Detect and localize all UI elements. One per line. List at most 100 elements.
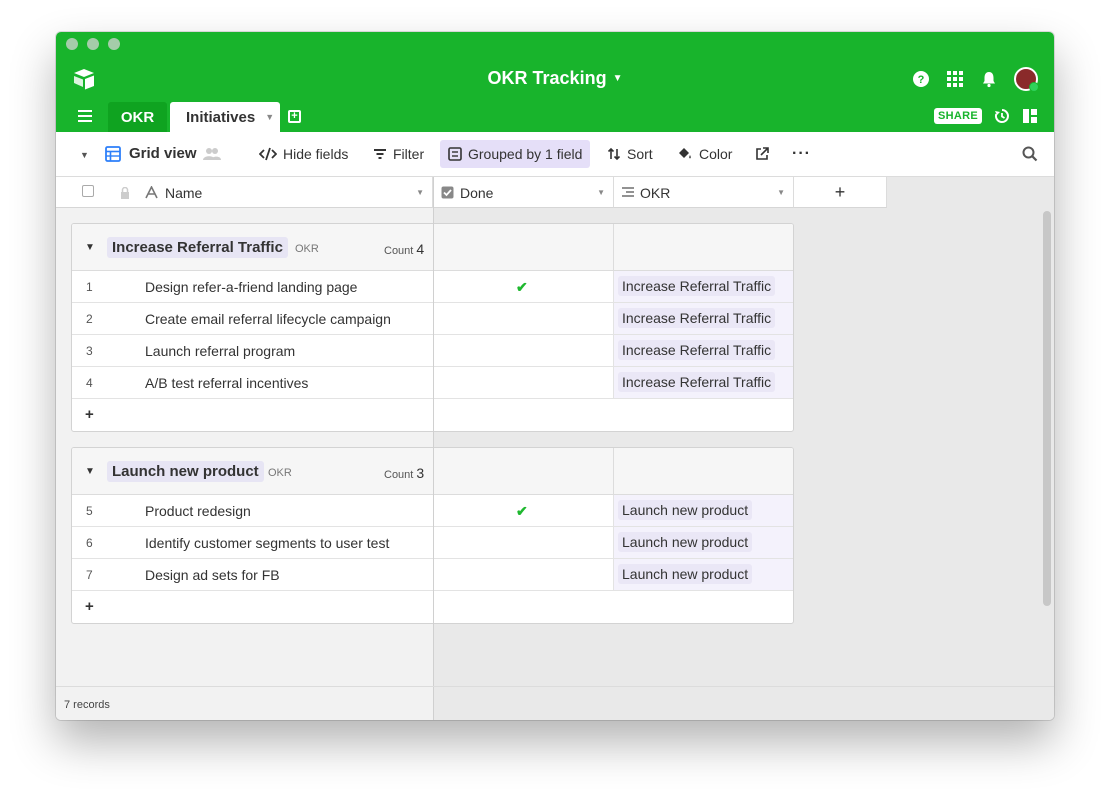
collaborative-view-icon[interactable] [203, 147, 221, 161]
text-field-icon [145, 186, 158, 199]
more-options-button[interactable]: ··· [784, 140, 819, 168]
sort-icon [607, 147, 621, 161]
minimize-window-button[interactable] [87, 38, 99, 50]
chevron-down-icon: ▼ [612, 73, 623, 84]
color-button[interactable]: Color [669, 140, 740, 168]
group-count-label: Count [384, 245, 414, 257]
row-number: 1 [86, 280, 93, 294]
app-window: OKR Tracking ▼ ? OKR Initiatives ▼ + SHA… [56, 32, 1054, 720]
linked-record-tag[interactable]: Launch new product [618, 500, 753, 520]
add-table-icon[interactable]: + [288, 110, 301, 123]
linked-record-tag[interactable]: Launch new product [618, 564, 753, 584]
zoom-window-button[interactable] [108, 38, 120, 50]
cell-name[interactable]: Design ad sets for FB [145, 567, 280, 583]
cell-okr[interactable]: Launch new product [613, 527, 793, 558]
column-okr-label: OKR [640, 185, 671, 201]
hide-fields-button[interactable]: Hide fields [251, 140, 356, 168]
select-all-checkbox[interactable] [82, 185, 94, 197]
svg-text:?: ? [918, 74, 925, 86]
cell-okr[interactable]: Launch new product [613, 495, 793, 526]
cell-name[interactable]: Launch referral program [145, 343, 295, 359]
linked-record-tag[interactable]: Increase Referral Traffic [618, 276, 776, 296]
chevron-down-icon[interactable]: ▼ [265, 112, 274, 122]
group-button[interactable]: Grouped by 1 field [440, 140, 591, 168]
view-toolbar: ▼ Grid view Hide fields Filter Grouped b… [56, 132, 1054, 177]
group-count: Count 4 [384, 241, 424, 257]
filter-button[interactable]: Filter [365, 140, 432, 168]
views-sidebar-toggle-icon[interactable]: ▼ [80, 150, 89, 160]
group-count-value: 3 [416, 465, 425, 481]
group-icon [448, 147, 462, 161]
cell-name[interactable]: Product redesign [145, 503, 251, 519]
column-done-label: Done [460, 185, 494, 201]
column-header-name[interactable]: Name ▼ [56, 177, 433, 208]
add-field-button[interactable]: + [794, 177, 887, 208]
search-icon[interactable] [1022, 146, 1038, 162]
apps-grid-icon[interactable] [946, 70, 964, 88]
grid-view: Name ▼ Done ▼ OKR ▼ + ▼ Increase Referra… [56, 177, 1054, 720]
checkmark-icon[interactable]: ✔ [516, 279, 528, 296]
help-icon[interactable]: ? [912, 70, 930, 88]
hide-fields-icon [259, 147, 277, 161]
cell-okr[interactable]: Increase Referral Traffic [613, 367, 793, 398]
blocks-icon[interactable] [1022, 108, 1038, 124]
add-record-icon[interactable]: + [85, 406, 94, 423]
group-title: Increase Referral Traffic [107, 237, 288, 258]
chevron-down-icon[interactable]: ▼ [597, 188, 605, 197]
group-count: Count 3 [384, 465, 424, 481]
cell-name[interactable]: A/B test referral incentives [145, 375, 308, 391]
more-options-icon: ··· [792, 145, 811, 162]
tab-initiatives[interactable]: Initiatives ▼ [170, 102, 280, 132]
lock-icon [121, 187, 129, 199]
column-header-okr[interactable]: OKR ▼ [614, 177, 794, 208]
row-number: 2 [86, 312, 93, 326]
cell-name[interactable]: Identify customer segments to user test [145, 535, 389, 551]
sort-button[interactable]: Sort [599, 140, 661, 168]
group-field-name: OKR [295, 243, 319, 255]
checkmark-icon[interactable]: ✔ [516, 503, 528, 520]
view-switcher[interactable]: Grid view [105, 145, 197, 162]
close-window-button[interactable] [66, 38, 78, 50]
user-avatar[interactable] [1014, 67, 1039, 92]
collapse-group-icon[interactable]: ▼ [85, 466, 95, 477]
row-number: 4 [86, 376, 93, 390]
group-count-label: Count [384, 469, 414, 481]
share-button[interactable]: SHARE [933, 108, 982, 124]
group-title: Launch new product [107, 461, 264, 482]
collapse-group-icon[interactable]: ▼ [85, 242, 95, 253]
cell-okr[interactable]: Increase Referral Traffic [613, 271, 793, 302]
cell-okr[interactable]: Increase Referral Traffic [613, 335, 793, 366]
column-name-label: Name [165, 185, 203, 201]
tab-okr[interactable]: OKR [108, 102, 167, 132]
checkbox-field-icon [441, 186, 454, 199]
filter-label: Filter [393, 146, 425, 162]
view-name: Grid view [129, 145, 197, 162]
tab-initiatives-label: Initiatives [186, 108, 256, 126]
window-controls [66, 38, 120, 50]
history-icon[interactable] [994, 108, 1010, 124]
linked-record-tag[interactable]: Increase Referral Traffic [618, 308, 776, 328]
cell-okr[interactable]: Launch new product [613, 559, 793, 590]
row-number: 3 [86, 344, 93, 358]
add-record-icon[interactable]: + [85, 598, 94, 615]
share-view-button[interactable] [747, 140, 777, 168]
cell-okr[interactable]: Increase Referral Traffic [613, 303, 793, 334]
linked-record-tag[interactable]: Increase Referral Traffic [618, 372, 776, 392]
paint-bucket-icon [679, 148, 691, 159]
base-title[interactable]: OKR Tracking ▼ [56, 68, 1054, 89]
cell-name[interactable]: Create email referral lifecycle campaign [145, 311, 391, 327]
column-header-done[interactable]: Done ▼ [434, 177, 614, 208]
linked-record-tag[interactable]: Launch new product [618, 532, 753, 552]
chevron-down-icon[interactable]: ▼ [416, 188, 424, 197]
chevron-down-icon[interactable]: ▼ [777, 188, 785, 197]
group-field-name: OKR [268, 467, 292, 479]
vertical-scrollbar[interactable] [1043, 211, 1051, 606]
cell-name[interactable]: Design refer-a-friend landing page [145, 279, 357, 295]
hide-fields-label: Hide fields [283, 146, 349, 162]
color-label: Color [699, 146, 733, 162]
menu-hamburger-icon[interactable] [78, 110, 92, 125]
notifications-bell-icon[interactable] [980, 70, 998, 88]
row-number: 7 [86, 568, 93, 582]
tab-bar-right: SHARE [933, 108, 1038, 124]
linked-record-tag[interactable]: Increase Referral Traffic [618, 340, 776, 360]
